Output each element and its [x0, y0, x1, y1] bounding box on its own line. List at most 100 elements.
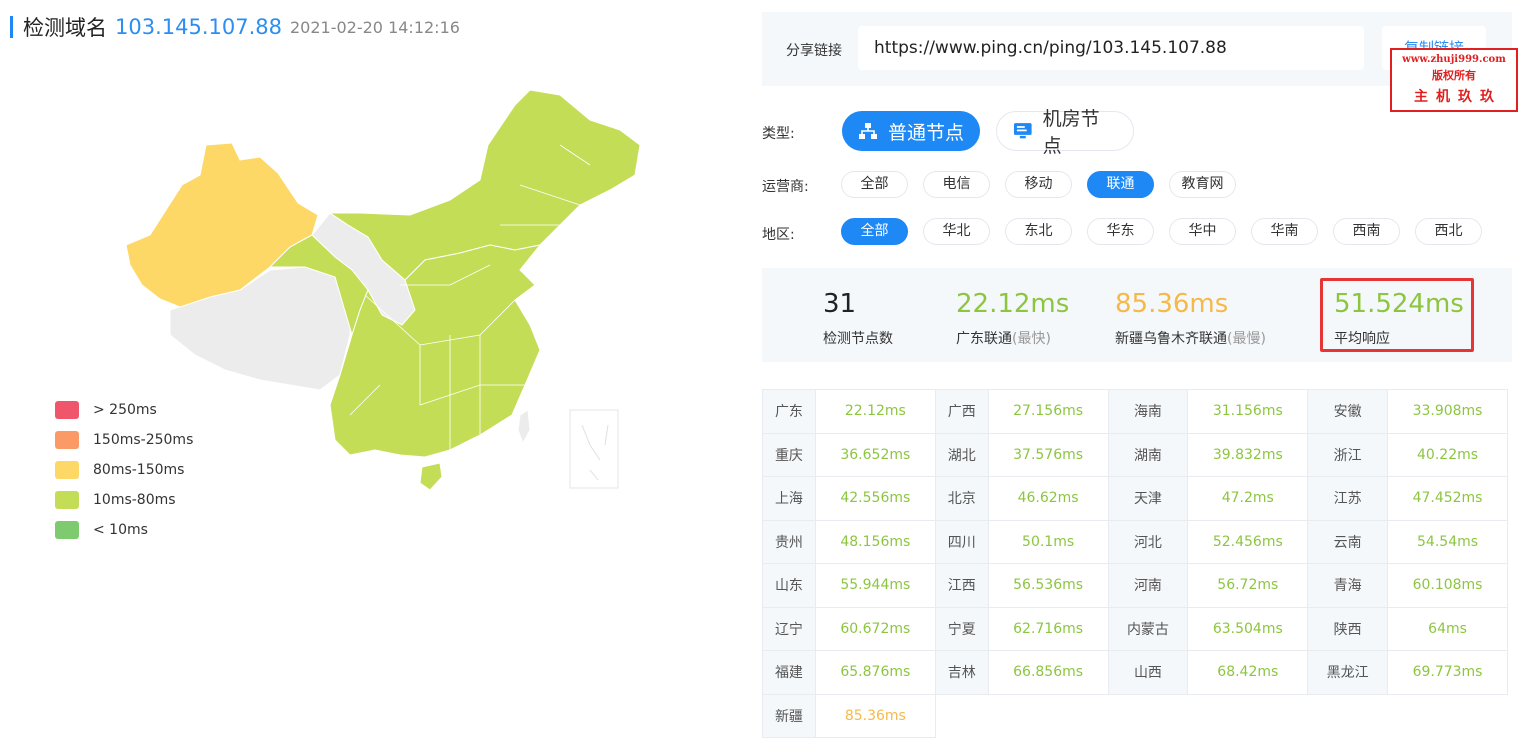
latency-cell: 27.156ms	[987, 389, 1109, 434]
legend-item[interactable]: 150ms-250ms	[55, 425, 193, 455]
province-cell: 陕西	[1307, 606, 1389, 651]
table-row: 新疆 85.36ms	[762, 693, 1508, 738]
legend-swatch	[55, 491, 79, 509]
province-cell: 湖南	[1107, 432, 1189, 477]
province-cell: 浙江	[1307, 432, 1389, 477]
table-row: 广东 22.12ms 广西 27.156ms 海南 31.156ms 安徽 33.908ms	[762, 389, 1508, 434]
isp-option-unicom[interactable]: 联通	[1087, 171, 1154, 198]
legend-item[interactable]: 10ms-80ms	[55, 485, 193, 515]
stat-fastest: 22.12ms 广东联通(最快)	[956, 288, 1069, 348]
province-cell: 重庆	[762, 432, 816, 477]
province-cell: 北京	[934, 476, 989, 521]
map-region-taiwan[interactable]	[517, 409, 531, 445]
empty-cell	[1108, 694, 1188, 738]
watermark-stamp: www.zhuji999.com 版权所有 主机玖玖	[1390, 48, 1518, 112]
province-cell: 山东	[762, 563, 816, 608]
region-option-northeast[interactable]: 东北	[1005, 218, 1072, 245]
legend-item[interactable]: 80ms-150ms	[55, 455, 193, 485]
province-cell: 内蒙古	[1107, 606, 1189, 651]
legend-swatch	[55, 461, 79, 479]
latency-cell: 48.156ms	[814, 519, 936, 564]
legend-item[interactable]: < 10ms	[55, 515, 193, 545]
region-option-south[interactable]: 华南	[1251, 218, 1318, 245]
latency-cell: 42.556ms	[814, 476, 936, 521]
latency-cell: 46.62ms	[987, 476, 1109, 521]
table-row: 辽宁 60.672ms 宁夏 62.716ms 内蒙古 63.504ms 陕西 64ms	[762, 606, 1508, 651]
province-cell: 江苏	[1307, 476, 1389, 521]
stat-count-value: 31	[823, 289, 857, 319]
stat-count-label: 检测节点数	[823, 331, 893, 347]
table-row: 重庆 36.652ms 湖北 37.576ms 湖南 39.832ms 浙江 40.22ms	[762, 432, 1508, 477]
isp-option-all[interactable]: 全部	[841, 171, 908, 198]
monitor-icon	[1013, 123, 1032, 139]
stat-slowest-value: 85.36ms	[1115, 289, 1229, 319]
latency-cell: 66.856ms	[987, 650, 1109, 695]
latency-cell: 56.72ms	[1187, 563, 1309, 608]
type-normal-node-button[interactable]: 普通节点	[842, 111, 980, 151]
table-row: 山东 55.944ms 江西 56.536ms 河南 56.72ms 青海 60.108ms	[762, 563, 1508, 608]
latency-cell: 69.773ms	[1387, 650, 1508, 695]
stat-slowest-label: 新疆乌鲁木齐联通(最慢)	[1115, 328, 1266, 348]
latency-cell: 54.54ms	[1387, 519, 1508, 564]
stat-fastest-value: 22.12ms	[956, 289, 1070, 319]
stat-slowest: 85.36ms 新疆乌鲁木齐联通(最慢)	[1115, 288, 1266, 348]
latency-cell: 60.108ms	[1387, 563, 1508, 608]
map-legend: > 250ms 150ms-250ms 80ms-150ms 10ms-80ms…	[55, 395, 193, 545]
legend-label: 10ms-80ms	[93, 492, 176, 508]
province-cell: 天津	[1107, 476, 1189, 521]
province-cell: 云南	[1307, 519, 1389, 564]
province-cell: 福建	[762, 650, 816, 695]
share-url-field[interactable]: https://www.ping.cn/ping/103.145.107.88	[858, 26, 1364, 70]
latency-cell: 64ms	[1387, 606, 1508, 651]
map-region-hainan[interactable]	[419, 462, 443, 491]
table-row: 上海 42.556ms 北京 46.62ms 天津 47.2ms 江苏 47.452ms	[762, 476, 1508, 521]
latency-cell: 47.452ms	[1387, 476, 1508, 521]
latency-cell: 36.652ms	[814, 432, 936, 477]
stat-fastest-label: 广东联通(最快)	[956, 328, 1069, 348]
latency-cell: 56.536ms	[987, 563, 1109, 608]
isp-option-mobile[interactable]: 移动	[1005, 171, 1072, 198]
stat-slowest-tag: (最慢)	[1227, 331, 1266, 347]
province-cell: 江西	[934, 563, 989, 608]
empty-cell	[935, 694, 988, 738]
latency-cell: 47.2ms	[1187, 476, 1309, 521]
province-cell: 广东	[762, 389, 816, 434]
legend-swatch	[55, 401, 79, 419]
province-cell: 上海	[762, 476, 816, 521]
legend-item[interactable]: > 250ms	[55, 395, 193, 425]
empty-cell	[1308, 694, 1388, 738]
legend-swatch	[55, 431, 79, 449]
region-option-central[interactable]: 华中	[1169, 218, 1236, 245]
latency-cell: 40.22ms	[1387, 432, 1508, 477]
latency-cell: 39.832ms	[1187, 432, 1309, 477]
province-cell: 青海	[1307, 563, 1389, 608]
region-option-north[interactable]: 华北	[923, 218, 990, 245]
watermark-brand: 主机玖玖	[1414, 89, 1502, 105]
latency-cell: 52.456ms	[1187, 519, 1309, 564]
south-china-sea-inset	[569, 409, 619, 489]
empty-cell	[1188, 694, 1308, 738]
latency-cell: 37.576ms	[987, 432, 1109, 477]
type-label: 类型:	[762, 126, 795, 142]
legend-label: > 250ms	[93, 402, 157, 418]
latency-cell: 65.876ms	[814, 650, 936, 695]
latency-cell: 85.36ms	[814, 693, 936, 738]
region-label: 地区:	[762, 227, 795, 243]
isp-option-telecom[interactable]: 电信	[923, 171, 990, 198]
share-label: 分享链接	[786, 43, 842, 59]
sitemap-icon	[859, 123, 877, 139]
type-idc-node-button[interactable]: 机房节点	[996, 108, 1134, 157]
province-cell: 宁夏	[934, 606, 989, 651]
title-accent-bar	[10, 16, 13, 38]
region-option-east[interactable]: 华东	[1087, 218, 1154, 245]
region-option-southwest[interactable]: 西南	[1333, 218, 1400, 245]
region-option-all[interactable]: 全部	[841, 218, 908, 245]
legend-label: 80ms-150ms	[93, 462, 185, 478]
province-cell: 辽宁	[762, 606, 816, 651]
province-cell: 四川	[934, 519, 989, 564]
latency-cell: 22.12ms	[814, 389, 936, 434]
latency-cell: 60.672ms	[814, 606, 936, 651]
page-header: 检测域名 103.145.107.88 2021-02-20 14:12:16	[10, 12, 460, 42]
region-option-northwest[interactable]: 西北	[1415, 218, 1482, 245]
isp-option-edu[interactable]: 教育网	[1169, 171, 1236, 198]
